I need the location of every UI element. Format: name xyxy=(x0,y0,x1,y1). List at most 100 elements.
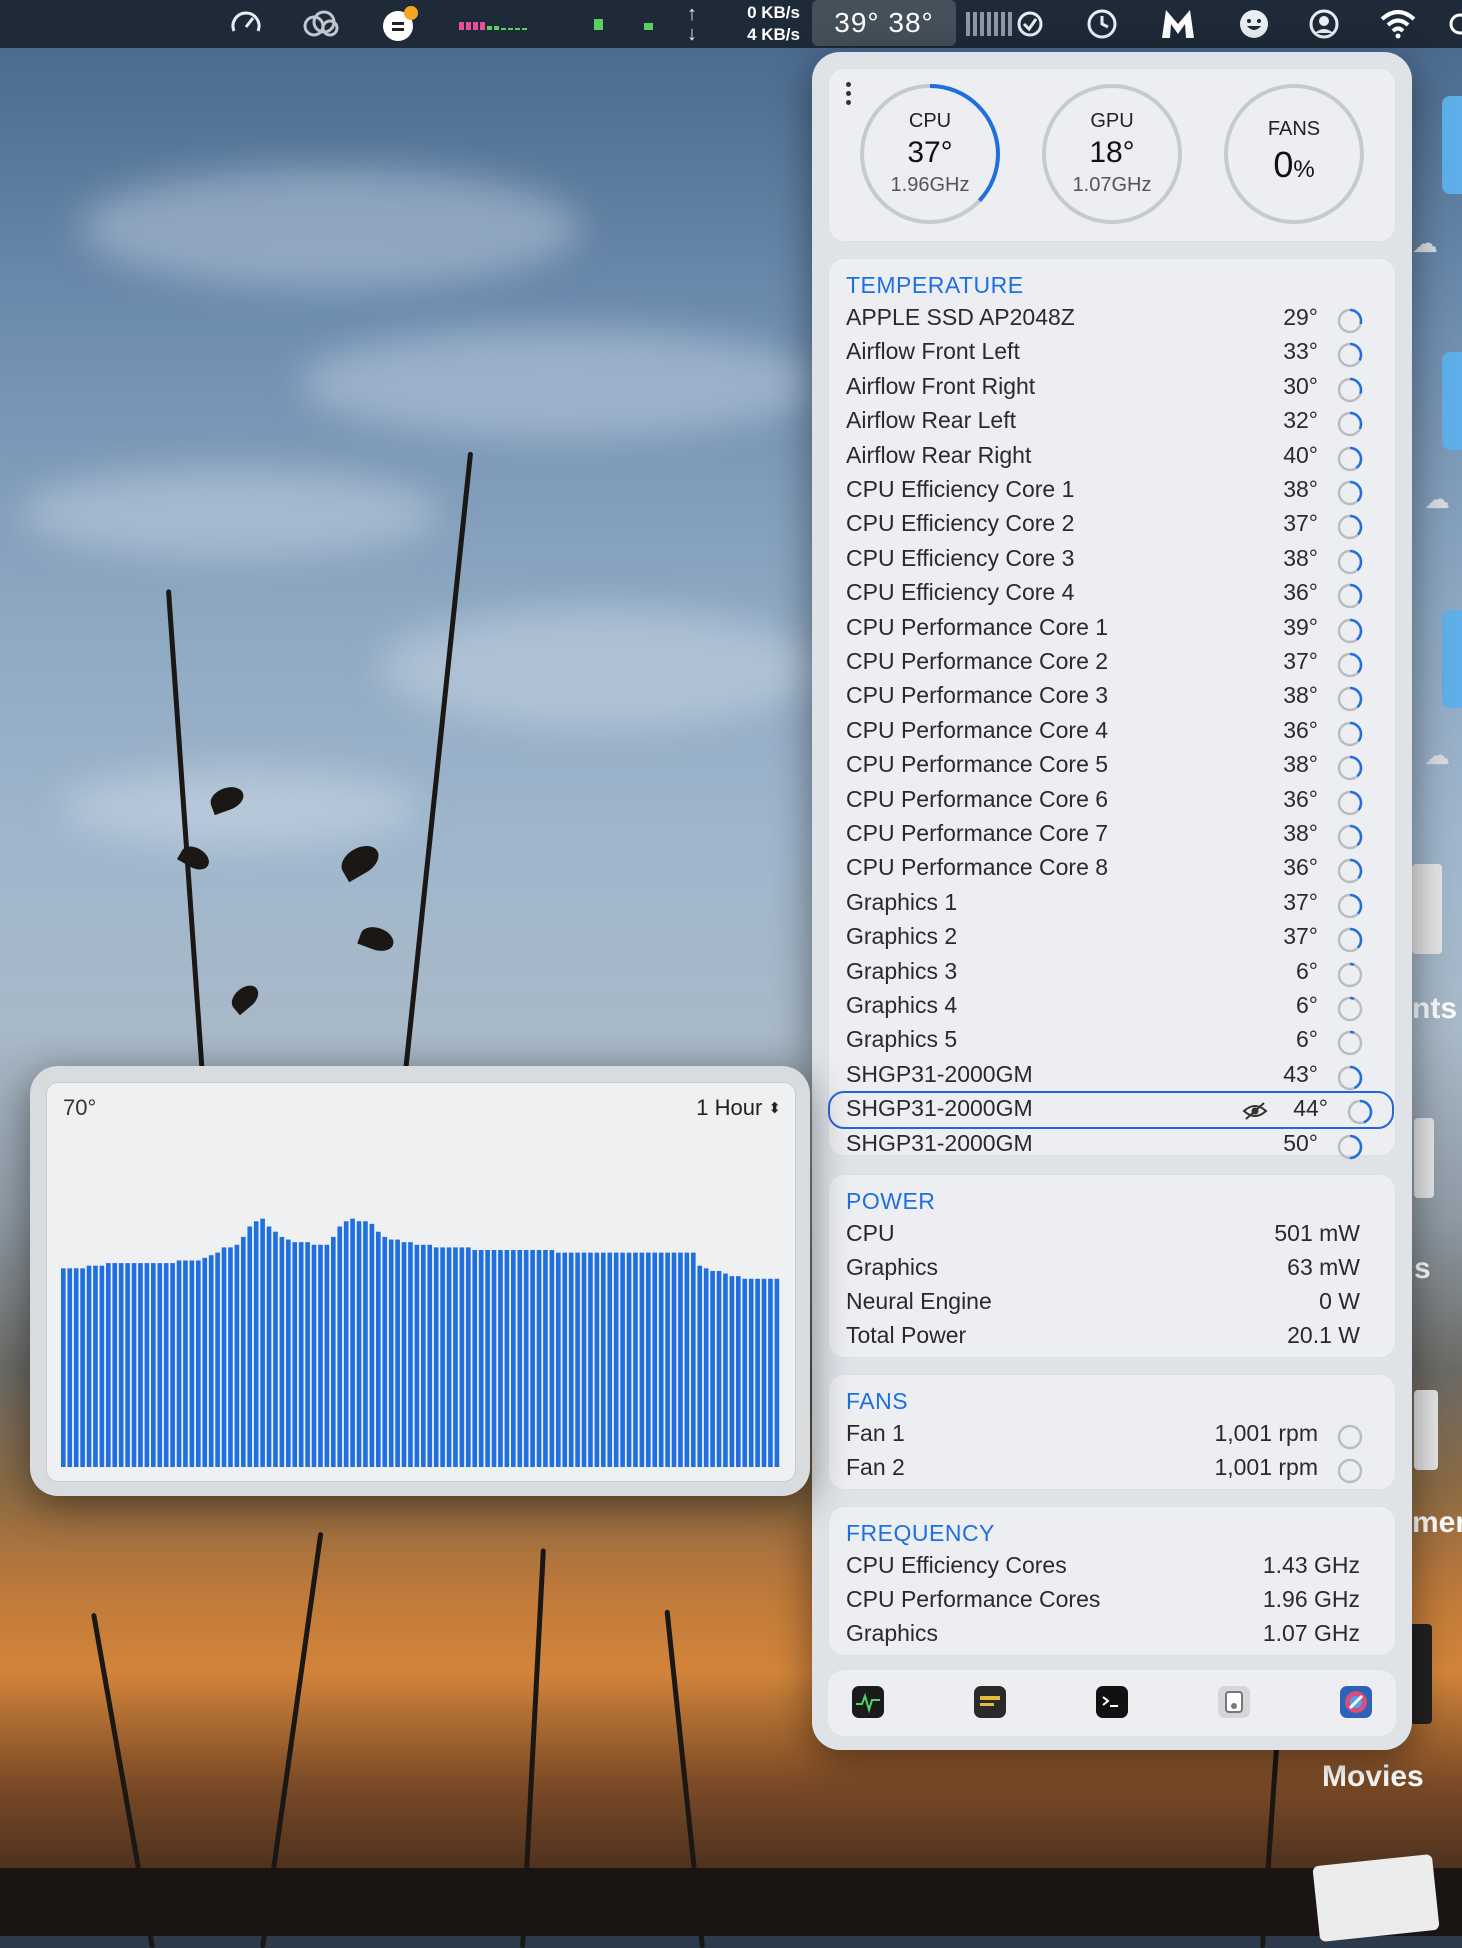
temperature-row[interactable]: Airflow Front Right 30° xyxy=(846,371,1378,405)
temperature-row[interactable]: CPU Performance Core 6 36° xyxy=(846,784,1378,818)
malwarebytes-icon[interactable] xyxy=(1156,0,1200,48)
chart-bar xyxy=(86,1265,92,1467)
temperature-row-value: 6° xyxy=(1296,957,1318,984)
temperature-row[interactable]: CPU Performance Core 3 38° xyxy=(846,680,1378,714)
desktop-label-partial-3: mer xyxy=(1412,1506,1462,1539)
power-row[interactable]: Neural Engine 0 W xyxy=(846,1286,1378,1320)
terminal-icon[interactable] xyxy=(1096,1686,1128,1718)
fans-section-title: FANS xyxy=(846,1388,909,1414)
speedometer-icon[interactable] xyxy=(222,0,270,48)
temperature-row-value: 37° xyxy=(1283,648,1318,674)
level-ring xyxy=(1337,446,1363,471)
chart-bar xyxy=(678,1252,683,1467)
chart-bar xyxy=(176,1260,182,1467)
chart-bar xyxy=(530,1250,535,1467)
movie-file-icon[interactable] xyxy=(1410,1624,1432,1724)
document-icon[interactable] xyxy=(1412,864,1442,954)
fans-row[interactable]: Fan 1 1,001 rpm xyxy=(846,1418,1378,1452)
power-row[interactable]: Total Power 20.1 W xyxy=(846,1320,1378,1354)
chart-bar xyxy=(131,1263,137,1467)
document-icon[interactable] xyxy=(1414,1118,1434,1198)
creative-cloud-icon[interactable] xyxy=(294,0,346,48)
gpu-gauge-label: GPU xyxy=(1090,110,1134,132)
document-icon[interactable] xyxy=(1414,1390,1438,1470)
disk-utility-icon[interactable] xyxy=(1340,1686,1372,1718)
cpu-bars-icon[interactable] xyxy=(456,0,536,48)
power-row[interactable]: CPU 501 mW xyxy=(846,1218,1378,1252)
wifi-icon[interactable] xyxy=(1374,0,1422,48)
temperature-row[interactable]: Graphics 4 6° xyxy=(846,990,1378,1024)
cloud-download-icon: ☁ xyxy=(1424,484,1450,514)
document-stack-icon[interactable] xyxy=(1312,1853,1440,1943)
temperature-row-label: CPU Performance Core 1 xyxy=(846,613,1109,640)
user-icon[interactable] xyxy=(1302,0,1346,48)
temperature-menu-item[interactable]: 39° 38° xyxy=(812,0,956,46)
memory-icon[interactable] xyxy=(636,0,660,48)
gpu-gauge[interactable]: GPU 18° 1.07GHz xyxy=(1040,82,1184,226)
temperature-row-label: SHGP31-2000GM xyxy=(846,1060,1033,1087)
temperature-row[interactable]: CPU Performance Core 4 36° xyxy=(846,715,1378,749)
temperature-row[interactable]: CPU Performance Core 8 36° xyxy=(846,852,1378,886)
checklist-icon[interactable] xyxy=(962,0,1046,48)
console-icon[interactable] xyxy=(974,1686,1006,1718)
temperature-row[interactable]: SHGP31-2000GM 43° xyxy=(846,1059,1378,1093)
system-information-icon[interactable] xyxy=(1218,1686,1250,1718)
chart-bar xyxy=(260,1218,265,1467)
desktop-label-partial-1: nts xyxy=(1412,992,1457,1025)
sensor-popover: CPU 37° 1.96GHz GPU 18° 1.07GHz FANS 0% … xyxy=(812,52,1412,1750)
weather-icon[interactable] xyxy=(376,0,424,48)
emoji-icon[interactable] xyxy=(1232,0,1276,48)
folder-icon[interactable] xyxy=(1442,96,1462,194)
network-speed[interactable]: 0 KB/s 4 KB/s xyxy=(712,2,800,46)
activity-monitor-icon[interactable] xyxy=(852,1686,884,1718)
frequency-row[interactable]: CPU Performance Cores 1.96 GHz xyxy=(846,1584,1378,1618)
temperature-row[interactable]: Graphics 1 37° xyxy=(846,887,1378,921)
temperature-row[interactable]: Graphics 5 6° xyxy=(846,1024,1378,1058)
temperature-row[interactable]: CPU Performance Core 5 38° xyxy=(846,749,1378,783)
more-options-icon[interactable] xyxy=(846,82,852,105)
temperature-row-label: CPU Performance Core 5 xyxy=(846,751,1109,778)
level-ring xyxy=(1337,652,1363,678)
memory-icon[interactable] xyxy=(586,0,610,48)
time-machine-icon[interactable] xyxy=(1080,0,1124,48)
temperature-row[interactable]: CPU Performance Core 2 37° xyxy=(846,646,1378,680)
chart-bar xyxy=(427,1244,433,1467)
temperature-history-window[interactable]: 70° 1 Hour ⬍ xyxy=(30,1066,810,1496)
cpu-gauge[interactable]: CPU 37° 1.96GHz xyxy=(858,82,1002,226)
temperature-row[interactable]: CPU Efficiency Core 3 38° xyxy=(846,543,1378,577)
folder-icon[interactable] xyxy=(1442,610,1462,708)
temperature-row[interactable]: Airflow Rear Left 32° xyxy=(846,405,1378,439)
frequency-row[interactable]: CPU Efficiency Cores 1.43 GHz xyxy=(846,1550,1378,1584)
temperature-row[interactable]: CPU Efficiency Core 2 37° xyxy=(846,508,1378,542)
chart-bar xyxy=(440,1247,445,1467)
chart-bar xyxy=(453,1247,458,1467)
level-ring xyxy=(1337,1424,1363,1450)
chart-bar xyxy=(215,1252,220,1467)
temperature-row-value: 38° xyxy=(1283,682,1318,709)
network-arrows-icon[interactable]: ↑ ↓ xyxy=(680,0,704,48)
power-row[interactable]: Graphics 63 mW xyxy=(846,1252,1378,1286)
temperature-row-value: 50° xyxy=(1283,1129,1318,1156)
fans-gauge[interactable]: FANS 0% xyxy=(1222,82,1366,226)
frequency-row[interactable]: Graphics 1.07 GHz xyxy=(846,1618,1378,1652)
temperature-row[interactable]: CPU Performance Core 7 38° xyxy=(846,818,1378,852)
chart-bar xyxy=(61,1268,66,1467)
temperature-row[interactable]: SHGP31-2000GM 44° xyxy=(828,1091,1394,1130)
temperature-row[interactable]: SHGP31-2000GM 50° xyxy=(846,1128,1378,1162)
temperature-row[interactable]: Airflow Front Left 33° xyxy=(846,336,1378,370)
temperature-row[interactable]: Airflow Rear Right 40° xyxy=(846,440,1378,474)
fans-row[interactable]: Fan 2 1,001 rpm xyxy=(846,1452,1378,1486)
temperature-row[interactable]: CPU Efficiency Core 4 36° xyxy=(846,577,1378,611)
temperature-row[interactable]: Graphics 3 6° xyxy=(846,956,1378,990)
folder-icon[interactable] xyxy=(1442,352,1462,450)
temperature-row[interactable]: CPU Performance Core 1 39° xyxy=(846,612,1378,646)
power-row-value: 20.1 W xyxy=(1287,1322,1360,1348)
temperature-row[interactable]: CPU Efficiency Core 1 38° xyxy=(846,474,1378,508)
temperature-row-value: 36° xyxy=(1283,785,1318,812)
temperature-row[interactable]: Graphics 2 37° xyxy=(846,921,1378,955)
desktop-label-movies[interactable]: Movies xyxy=(1322,1760,1424,1794)
hidden-eye-icon[interactable] xyxy=(1242,1100,1268,1120)
control-center-icon[interactable] xyxy=(1444,0,1462,48)
frequency-row-value: 1.96 GHz xyxy=(1262,1586,1360,1612)
temperature-row[interactable]: APPLE SSD AP2048Z 29° xyxy=(846,302,1378,336)
